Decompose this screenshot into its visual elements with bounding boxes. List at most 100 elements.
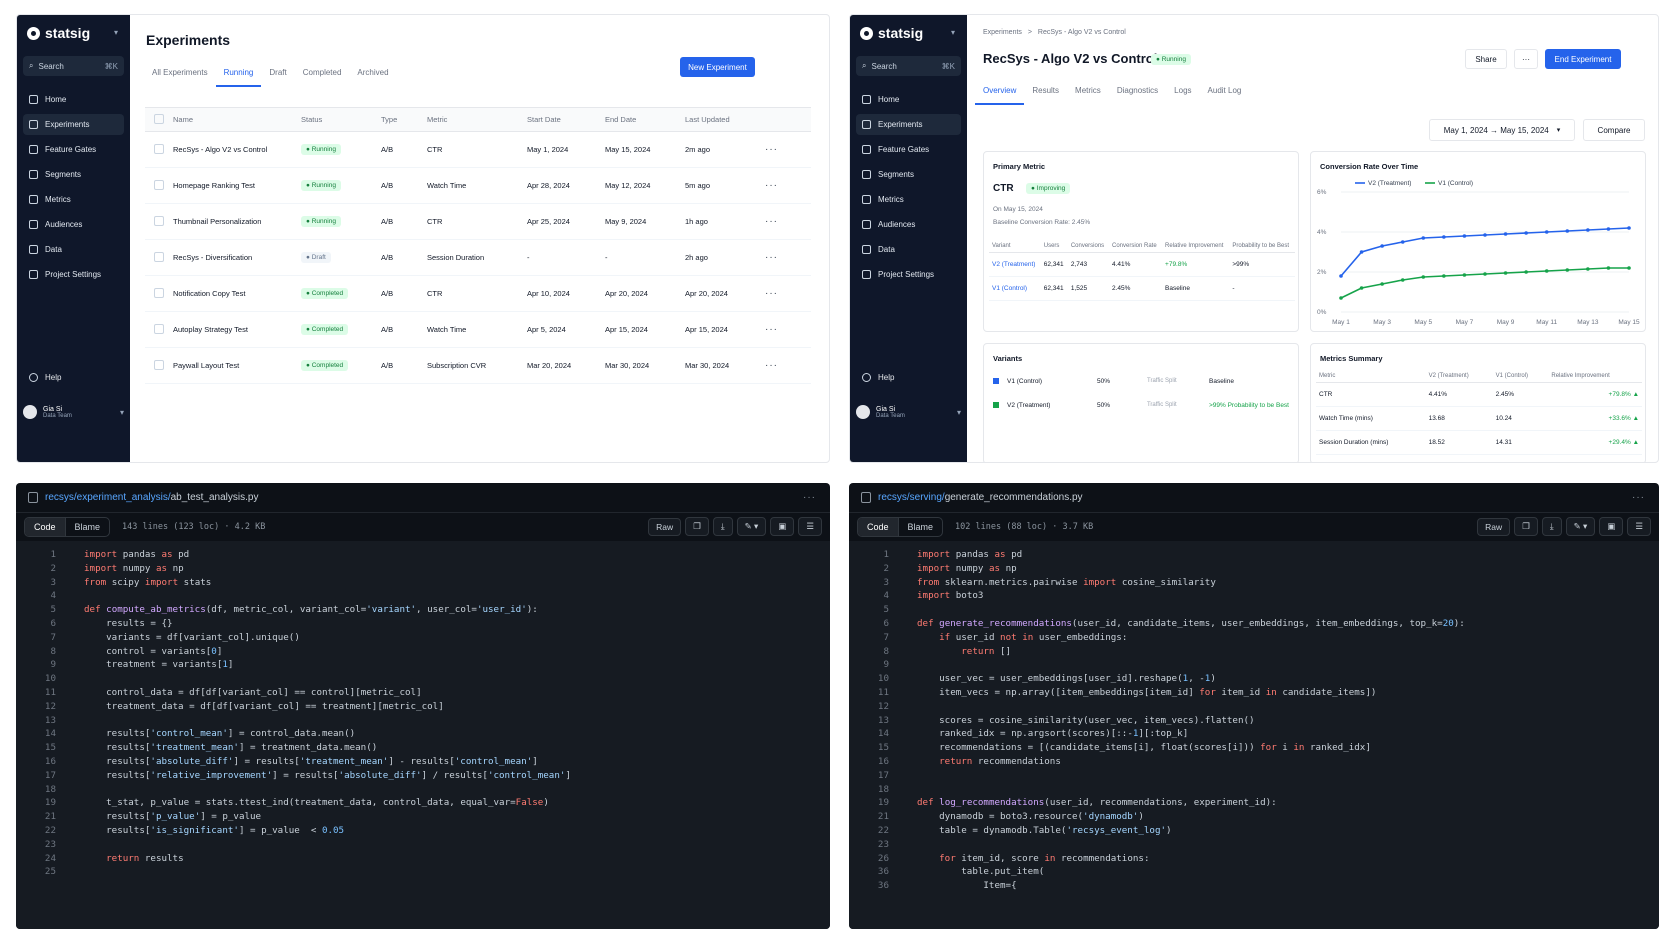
sidebar-item-project-settings[interactable]: Project Settings (856, 264, 961, 285)
row-select[interactable] (145, 167, 173, 204)
symbols-panel-icon[interactable]: ▣ (770, 517, 795, 536)
more-button[interactable]: ··· (1514, 49, 1538, 69)
tab-archived[interactable]: Archived (349, 68, 396, 87)
more-icon[interactable]: ··· (765, 324, 778, 335)
column-header[interactable]: Start Date (527, 107, 605, 132)
tab-audit-log[interactable]: Audit Log (1200, 86, 1250, 105)
table-row[interactable]: Paywall Layout Test ● Completed A/B Subscri… (145, 347, 811, 384)
variant-name[interactable]: V2 (Treatment) (989, 252, 1041, 277)
more-options-icon[interactable]: ··· (803, 492, 816, 503)
sidebar-item-experiments[interactable]: Experiments (23, 114, 124, 135)
checkbox[interactable] (154, 287, 164, 298)
user-menu[interactable]: Gia Si Data Team ▾ (23, 405, 124, 419)
column-header[interactable]: Name (173, 107, 301, 132)
sidebar-item-metrics[interactable]: Metrics (23, 189, 124, 210)
tab-logs[interactable]: Logs (1166, 86, 1199, 105)
checkbox[interactable] (154, 359, 164, 370)
table-row[interactable]: Notification Copy Test ● Completed A/B CTR A… (145, 275, 811, 312)
row-select[interactable] (145, 275, 173, 312)
tab-draft[interactable]: Draft (261, 68, 294, 87)
column-header[interactable]: Last Updated (685, 107, 765, 132)
raw-button[interactable]: Raw (1477, 517, 1511, 536)
new-experiment-button[interactable]: New Experiment (680, 57, 755, 77)
column-header[interactable]: End Date (605, 107, 685, 132)
sidebar-item-project-settings[interactable]: Project Settings (23, 264, 124, 285)
table-row[interactable]: RecSys - Diversification ● Draft A/B Sessio… (145, 239, 811, 276)
checkbox[interactable] (154, 323, 164, 334)
tab-metrics[interactable]: Metrics (1067, 86, 1109, 105)
help-link[interactable]: Help (862, 373, 894, 382)
copy-icon[interactable]: ❐ (1514, 517, 1538, 536)
help-link[interactable]: Help (29, 373, 61, 382)
checkbox[interactable] (154, 251, 164, 262)
select-all[interactable] (145, 107, 173, 132)
experiment-name[interactable]: Autoplay Strategy Test (173, 311, 301, 348)
more-icon[interactable]: ··· (765, 252, 778, 263)
table-row[interactable]: Thumbnail Personalization ● Running A/B CTR… (145, 203, 811, 240)
brand-logo[interactable]: statsig (860, 25, 923, 41)
experiment-name[interactable]: RecSys - Algo V2 vs Control (173, 131, 301, 168)
sidebar-item-audiences[interactable]: Audiences (23, 214, 124, 235)
tab-diagnostics[interactable]: Diagnostics (1109, 86, 1166, 105)
share-button[interactable]: Share (1465, 49, 1507, 69)
tab-results[interactable]: Results (1024, 86, 1067, 105)
breadcrumb-root[interactable]: Experiments (983, 29, 1022, 36)
download-icon[interactable]: ⤓ (712, 517, 733, 536)
path-link[interactable]: recsys/serving/ (878, 492, 945, 503)
row-select[interactable] (145, 131, 173, 168)
experiment-name[interactable]: RecSys - Diversification (173, 239, 301, 276)
table-row[interactable]: Autoplay Strategy Test ● Completed A/B Watc… (145, 311, 811, 348)
more-icon[interactable]: ··· (765, 216, 778, 227)
sidebar-item-metrics[interactable]: Metrics (856, 189, 961, 210)
raw-button[interactable]: Raw (648, 517, 682, 536)
tab-blame[interactable]: Blame (66, 518, 110, 536)
sidebar-item-data[interactable]: Data (856, 239, 961, 260)
chevron-down-icon[interactable]: ▾ (114, 28, 118, 37)
table-row[interactable]: Homepage Ranking Test ● Running A/B Watch T… (145, 167, 811, 204)
more-options-icon[interactable]: ··· (1632, 492, 1645, 503)
outline-icon[interactable]: ☰ (1627, 517, 1651, 536)
path-link[interactable]: recsys/experiment_analysis/ (45, 492, 171, 503)
column-header[interactable]: Status (301, 107, 381, 132)
checkbox[interactable] (154, 179, 164, 190)
edit-icon[interactable]: ✎ ▾ (736, 517, 767, 536)
more-icon[interactable]: ··· (765, 180, 778, 191)
chevron-down-icon[interactable]: ▾ (951, 28, 955, 37)
experiment-name[interactable]: Homepage Ranking Test (173, 167, 301, 204)
sidebar-item-experiments[interactable]: Experiments (856, 114, 961, 135)
more-icon[interactable]: ··· (765, 144, 778, 155)
tab-running[interactable]: Running (215, 68, 262, 87)
date-range-picker[interactable]: May 1, 2024 → May 15, 2024 ▾ (1429, 119, 1575, 141)
sidebar-item-audiences[interactable]: Audiences (856, 214, 961, 235)
more-icon[interactable]: ··· (765, 288, 778, 299)
sidebar-item-segments[interactable]: Segments (23, 164, 124, 185)
row-select[interactable] (145, 311, 173, 348)
download-icon[interactable]: ⤓ (1541, 517, 1562, 536)
compare-button[interactable]: Compare (1583, 119, 1645, 141)
checkbox[interactable] (154, 143, 164, 154)
sidebar-item-feature-gates[interactable]: Feature Gates (856, 139, 961, 160)
tab-completed[interactable]: Completed (295, 68, 350, 87)
checkbox[interactable] (154, 113, 164, 124)
row-select[interactable] (145, 347, 173, 384)
tab-code[interactable]: Code (858, 518, 899, 536)
tab-overview[interactable]: Overview (975, 86, 1025, 105)
end-experiment-button[interactable]: End Experiment (1545, 49, 1621, 69)
edit-icon[interactable]: ✎ ▾ (1565, 517, 1596, 536)
search-input[interactable]: ⌕ Search ⌘K (856, 56, 961, 76)
experiment-name[interactable]: Notification Copy Test (173, 275, 301, 312)
row-select[interactable] (145, 239, 173, 276)
sidebar-item-data[interactable]: Data (23, 239, 124, 260)
tab-code[interactable]: Code (25, 518, 66, 536)
column-header[interactable]: Metric (427, 107, 527, 132)
user-menu[interactable]: Gia Si Data Team ▾ (856, 405, 961, 419)
search-input[interactable]: ⌕ Search ⌘K (23, 56, 124, 76)
sidebar-item-home[interactable]: Home (23, 89, 124, 110)
tab-all-experiments[interactable]: All Experiments (144, 68, 216, 87)
variant-name[interactable]: V1 (Control) (989, 276, 1041, 301)
copy-icon[interactable]: ❐ (685, 517, 709, 536)
sidebar-item-segments[interactable]: Segments (856, 164, 961, 185)
table-row[interactable]: RecSys - Algo V2 vs Control ● Running A/B C… (145, 131, 811, 168)
experiment-name[interactable]: Paywall Layout Test (173, 347, 301, 384)
column-header[interactable]: Type (381, 107, 427, 132)
